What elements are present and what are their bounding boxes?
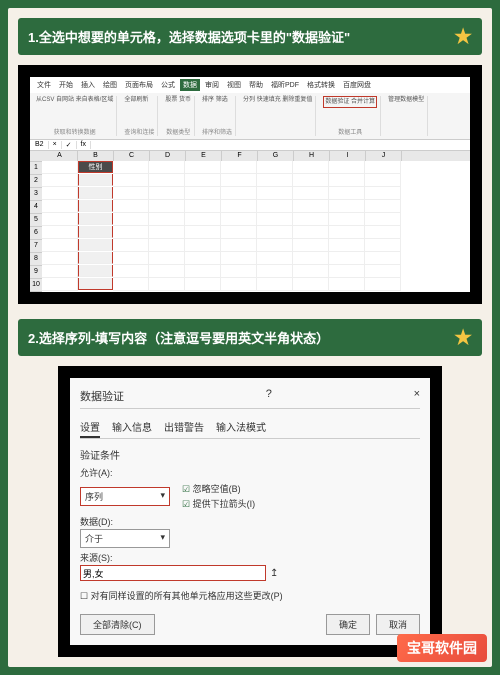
dialog-tabs: 设置 输入信息 出错警告 输入法模式 (80, 417, 420, 439)
source-input (80, 565, 266, 581)
clear-all-button: 全部清除(C) (80, 614, 155, 635)
step1-title: 1.全选中想要的单元格，选择数据选项卡里的"数据验证" ★ (18, 18, 482, 55)
watermark: 宝哥软件园 (397, 634, 487, 662)
chevron-down-icon: ▾ (160, 490, 165, 503)
tab: 开始 (56, 79, 76, 91)
help-icon: ? (266, 388, 272, 404)
step2-title: 2.选择序列-填写内容（注意逗号要用英文半角状态） ★ (18, 319, 482, 356)
data-label: 数据(D): (80, 515, 420, 528)
spreadsheet-grid: 12345678910 ABCDEFGHIJ 性别 (30, 151, 470, 292)
tab: 格式转换 (304, 79, 338, 91)
data-dropdown: 介于▾ (80, 529, 170, 548)
formula-bar: B2×✓fx (30, 140, 470, 151)
ribbon-tabs: 文件 开始 插入 绘图 页面布局 公式 数据 审阅 视图 帮助 福昕PDF 格式… (30, 77, 470, 93)
tab: 公式 (158, 79, 178, 91)
source-label: 来源(S): (80, 551, 420, 564)
tab: 插入 (78, 79, 98, 91)
data-validation-button: 数据验证 合并计算 (323, 96, 377, 108)
range-selector-icon: ↥ (270, 568, 278, 579)
dropdown-checkbox: 提供下拉箭头(I) (182, 497, 255, 510)
ribbon-body: 从CSV 自网站 来自表格/区域获取和转换数据 全部刷新查询和连接 股票 货币数… (30, 93, 470, 139)
tab: 审阅 (202, 79, 222, 91)
chevron-down-icon: ▾ (160, 532, 165, 545)
allow-dropdown: 序列▾ (80, 487, 170, 506)
tab: 视图 (224, 79, 244, 91)
dialog-title: 数据验证 (80, 388, 124, 404)
star-icon: ★ (454, 24, 472, 49)
data-validation-dialog: 数据验证 ? × 设置 输入信息 出错警告 输入法模式 验证条件 允许(A): … (58, 366, 442, 657)
tab: 百度网盘 (340, 79, 374, 91)
star-icon: ★ (454, 325, 472, 350)
header-cell: 性别 (78, 161, 113, 173)
apply-changes-checkbox: 对有同样设置的所有其他单元格应用这些更改(P) (80, 589, 420, 602)
section-title: 验证条件 (80, 447, 420, 462)
close-icon: × (414, 388, 420, 404)
excel-screenshot: 文件 开始 插入 绘图 页面布局 公式 数据 审阅 视图 帮助 福昕PDF 格式… (18, 65, 482, 304)
cancel-button: 取消 (376, 614, 420, 635)
allow-label: 允许(A): (80, 466, 420, 479)
ok-button: 确定 (326, 614, 370, 635)
tab: 页面布局 (122, 79, 156, 91)
ignore-blank-checkbox: 忽略空值(B) (182, 482, 255, 495)
tab: 文件 (34, 79, 54, 91)
tab-data: 数据 (180, 79, 200, 91)
tab: 绘图 (100, 79, 120, 91)
tab: 福昕PDF (268, 79, 302, 91)
tab: 帮助 (246, 79, 266, 91)
